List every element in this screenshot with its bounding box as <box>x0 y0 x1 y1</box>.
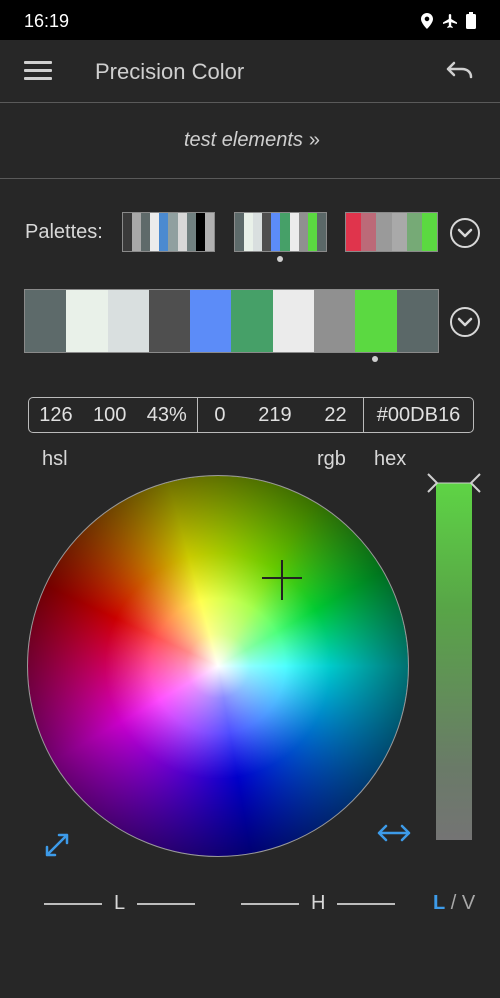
palette-swatch[interactable] <box>231 290 273 352</box>
hsl-h-value: 126 <box>39 403 73 426</box>
current-palette <box>24 289 439 353</box>
battery-icon <box>466 12 476 29</box>
axis-line <box>137 902 196 905</box>
hsl-label: hsl <box>42 448 68 470</box>
axis-line <box>241 902 299 905</box>
palette-thumbnail-1[interactable] <box>122 212 215 252</box>
chevron-down-circle-icon <box>457 317 473 327</box>
axis-l-control[interactable]: L <box>44 892 196 915</box>
menu-button[interactable] <box>24 61 52 83</box>
mode-l-active: L <box>433 892 446 914</box>
palette-thumbnail-swatch <box>421 213 438 251</box>
app-title: Precision Color <box>95 59 245 84</box>
palette-thumbnail-swatch <box>391 213 407 251</box>
palette-swatch[interactable] <box>314 290 356 352</box>
palette-thumbnail-swatch <box>186 213 196 251</box>
menu-icon <box>24 61 52 80</box>
hsl-s-value: 100 <box>92 403 127 426</box>
palette-thumbnail-swatch <box>262 213 272 251</box>
palette-thumbnail-swatch <box>168 213 178 251</box>
palette-thumbnail-swatch <box>235 213 245 251</box>
palettes-expand-button[interactable] <box>450 218 480 248</box>
undo-button[interactable] <box>444 60 474 84</box>
status-icons <box>420 12 476 29</box>
palette-swatch[interactable] <box>66 290 108 352</box>
rgb-b-value: 22 <box>324 403 347 426</box>
palette-swatch[interactable] <box>272 290 315 352</box>
palette-swatch[interactable] <box>107 290 149 352</box>
slider-handle-icon[interactable] <box>424 472 484 494</box>
palette-thumbnail-swatch <box>298 213 308 251</box>
hsl-l-value: 43% <box>146 403 187 426</box>
expand-icon[interactable] <box>44 832 70 858</box>
divider-subtitle <box>0 178 500 179</box>
palette-thumbnail-swatch <box>289 213 299 251</box>
palettes-label: Palettes: <box>25 221 103 243</box>
airplane-icon <box>443 13 457 28</box>
palette-thumbnail-swatch <box>177 213 187 251</box>
palette-swatch[interactable] <box>148 290 191 352</box>
palette-swatch[interactable] <box>396 290 438 352</box>
palette-thumbnail-swatch <box>204 213 214 251</box>
axis-h-label: H <box>311 892 326 914</box>
subtitle-row: test elements» <box>0 103 500 178</box>
undo-icon <box>446 61 473 79</box>
palette-thumbnail-swatch <box>150 213 160 251</box>
palette-name: test elements <box>183 129 303 151</box>
palette-thumbnail-swatch <box>123 213 133 251</box>
palette-thumbnail-swatch <box>244 213 254 251</box>
mode-separator: / <box>450 892 457 914</box>
palette-thumbnail-swatch <box>316 213 326 251</box>
mode-v-inactive: V <box>461 892 476 914</box>
rgb-g-value: 219 <box>258 403 292 426</box>
palette-thumbnail-swatch <box>376 213 392 251</box>
palette-thumbnail-2[interactable] <box>234 212 327 252</box>
palette-thumbnail-swatch <box>253 213 263 251</box>
palette-swatch[interactable] <box>190 290 232 352</box>
lightness-slider-track[interactable] <box>436 483 472 840</box>
palette-thumbnail-swatch <box>307 213 317 251</box>
swap-horizontal-icon[interactable] <box>376 822 412 844</box>
palette-swatch[interactable] <box>355 290 397 352</box>
palette-thumbnail-swatch <box>271 213 281 251</box>
status-time: 16:19 <box>24 11 70 31</box>
hex-value: #00DB16 <box>376 403 461 426</box>
palette-thumbnail-swatch <box>406 213 422 251</box>
palette-thumbnail-swatch <box>132 213 142 251</box>
palette-thumbnail-swatch <box>195 213 205 251</box>
selected-swatch-indicator <box>372 356 378 362</box>
app-bar: Precision Color <box>0 40 500 102</box>
palette-thumbnail-swatch <box>159 213 169 251</box>
rgb-r-value: 0 <box>214 403 226 426</box>
hsl-values[interactable]: 126 100 43% <box>29 398 197 432</box>
axis-l-label: L <box>114 892 126 914</box>
axis-line <box>337 902 396 905</box>
palette-swatch[interactable] <box>25 290 67 352</box>
color-values-box: 126 100 43% 0 219 22 #00DB16 <box>28 397 474 433</box>
hex-value-box[interactable]: #00DB16 <box>364 398 473 432</box>
rgb-values[interactable]: 0 219 22 <box>198 398 363 432</box>
palette-thumbnail-swatch <box>141 213 151 251</box>
chevron-down-circle-icon <box>457 228 473 238</box>
rgb-label: rgb <box>317 448 346 470</box>
axis-line <box>44 902 102 905</box>
color-wheel[interactable] <box>28 476 408 856</box>
palette-thumbnail-swatch <box>346 213 362 251</box>
location-icon <box>421 12 433 29</box>
palette-name-link[interactable]: test elements» <box>183 129 320 152</box>
palette-thumbnail-swatch <box>280 213 290 251</box>
axis-h-control[interactable]: H <box>241 892 396 915</box>
palette-menu-button[interactable] <box>450 307 480 337</box>
double-chevron-right-icon: » <box>308 129 320 151</box>
palette-thumbnail-3[interactable] <box>345 212 438 252</box>
crosshair-icon[interactable] <box>262 560 302 600</box>
lightness-mode-toggle[interactable]: L / V <box>433 892 475 915</box>
selected-palette-indicator <box>277 256 283 262</box>
hex-label: hex <box>374 448 407 470</box>
palette-thumbnail-swatch <box>361 213 377 251</box>
wheel-dark-overlay <box>28 476 408 856</box>
status-bar: 16:19 <box>0 0 500 40</box>
